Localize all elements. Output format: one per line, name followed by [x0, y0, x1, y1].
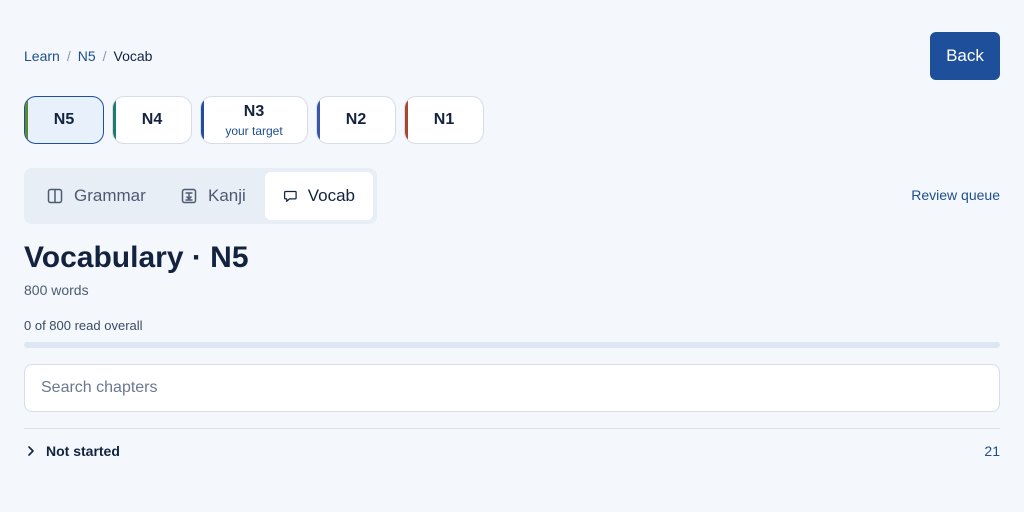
tab-label: Kanji	[208, 186, 246, 205]
breadcrumb-n5-link[interactable]: N5	[78, 47, 96, 65]
level-selector: N5 N4 N3 your target N2 N1	[24, 96, 484, 144]
kanji-icon	[181, 188, 197, 204]
level-n2[interactable]: N2	[316, 96, 396, 144]
book-icon	[47, 188, 63, 204]
level-n1[interactable]: N1	[404, 96, 484, 144]
breadcrumb-learn-link[interactable]: Learn	[24, 47, 60, 65]
speech-bubble-icon	[284, 190, 297, 202]
tab-kanji[interactable]: Kanji	[162, 172, 264, 220]
level-code: N2	[345, 111, 367, 128]
divider	[24, 428, 1000, 429]
breadcrumb-separator: /	[66, 48, 71, 64]
word-count: 800 words	[24, 282, 89, 298]
chevron-right-icon	[28, 446, 34, 456]
target-level-label: your target	[225, 123, 283, 138]
level-code: N1	[433, 111, 455, 128]
tab-grammar[interactable]: Grammar	[28, 172, 164, 220]
group-label: Not started	[46, 443, 120, 459]
page-title: Vocabulary · N5	[24, 241, 249, 274]
level-code: N4	[141, 111, 163, 128]
breadcrumb-separator: /	[102, 48, 107, 64]
breadcrumb-current: Vocab	[113, 48, 153, 64]
back-button[interactable]: Back	[930, 32, 1000, 80]
breadcrumb: Learn / N5 / Vocab	[24, 47, 152, 65]
level-code: N3	[243, 102, 265, 120]
level-n4[interactable]: N4	[112, 96, 192, 144]
search-input[interactable]	[24, 364, 1000, 412]
level-n3[interactable]: N3 your target	[200, 96, 308, 144]
tab-label: Vocab	[307, 186, 355, 205]
progress-text: 0 of 800 read overall	[24, 318, 143, 333]
level-code: N5	[53, 111, 75, 128]
review-queue-link[interactable]: Review queue	[911, 187, 1000, 203]
level-n5[interactable]: N5	[24, 96, 104, 144]
progress-bar	[24, 342, 1000, 348]
tab-label: Grammar	[74, 186, 146, 205]
group-count: 21	[984, 443, 1000, 459]
chapter-group-not-started[interactable]: Not started 21	[24, 440, 1000, 462]
section-tabs: Grammar Kanji Vocab	[24, 168, 377, 224]
tab-vocab[interactable]: Vocab	[265, 172, 373, 220]
